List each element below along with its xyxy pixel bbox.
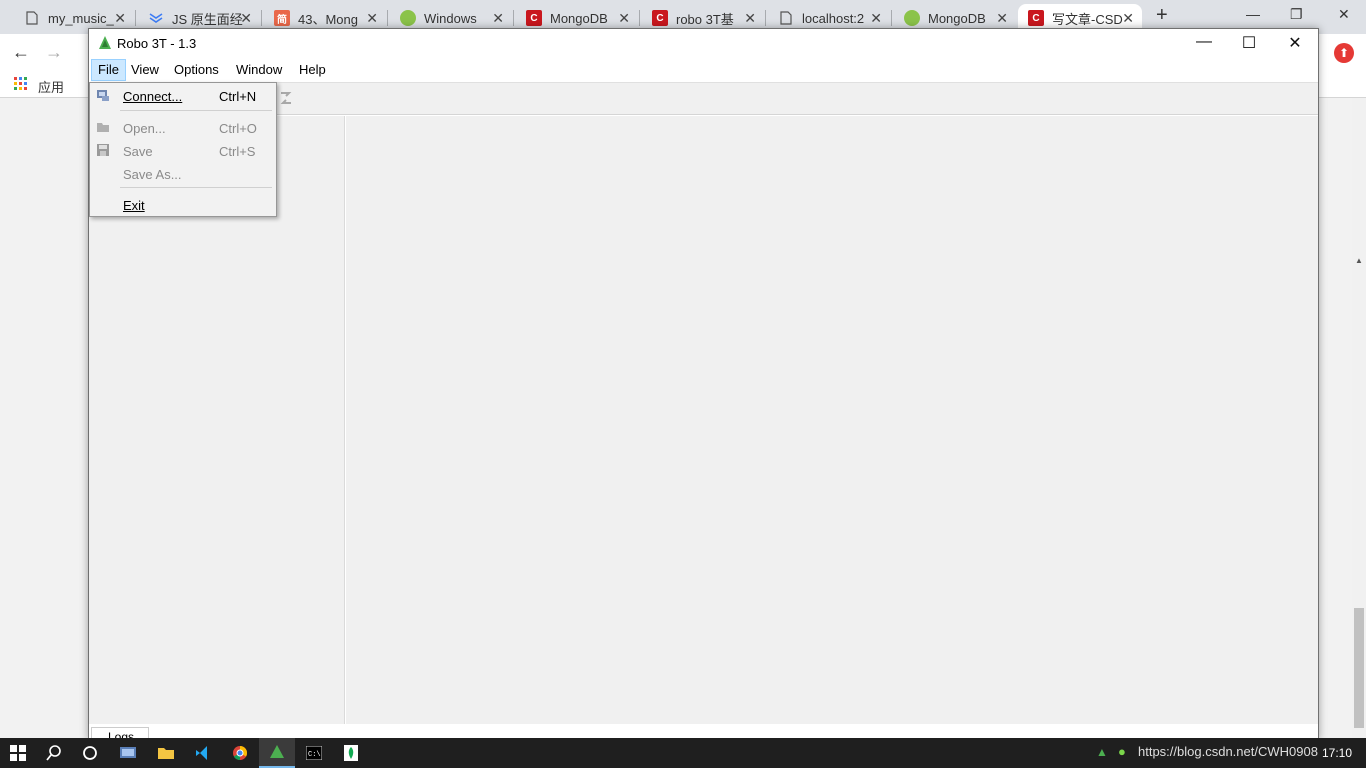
menu-item-exit[interactable]: Exit — [90, 194, 276, 216]
monitor-icon — [120, 747, 136, 758]
tab-close-icon[interactable]: ✕ — [1122, 10, 1134, 27]
tab-title: 写文章-CSD — [1052, 11, 1123, 27]
tab-close-icon[interactable]: ✕ — [996, 10, 1008, 27]
menu-item-open[interactable]: Open... Ctrl+O — [90, 117, 276, 139]
document-icon — [24, 10, 40, 26]
task-view-button[interactable] — [72, 738, 108, 768]
menu-separator — [120, 187, 272, 188]
cortana-icon — [83, 746, 97, 760]
taskbar-app-mongodb[interactable] — [333, 738, 369, 768]
menu-item-label: Save As... — [123, 167, 182, 182]
tab-title: my_music_ — [48, 10, 114, 26]
chrome-icon — [233, 746, 248, 761]
robo3t-logo-icon — [99, 36, 111, 49]
menu-separator — [120, 110, 272, 111]
menu-item-label: Open... — [123, 121, 166, 136]
taskbar-app-chrome[interactable] — [222, 738, 258, 768]
robo-maximize-icon[interactable]: ☐ — [1226, 33, 1272, 53]
tab-close-icon[interactable]: ✕ — [114, 10, 126, 27]
search-icon — [46, 745, 61, 761]
robo-minimize-icon[interactable]: — — [1181, 33, 1227, 51]
scroll-thumb[interactable] — [1354, 608, 1364, 728]
folder-icon — [158, 748, 174, 759]
taskbar-app-vscode[interactable] — [185, 738, 221, 768]
tab-close-icon[interactable]: ✕ — [744, 10, 756, 27]
terminal-icon: C:\ — [306, 746, 322, 760]
tab-title: Windows — [424, 10, 477, 26]
menu-item-save-as[interactable]: Save As... — [90, 163, 276, 185]
apps-grid-icon[interactable] — [14, 77, 28, 94]
watermark-text: https://blog.csdn.net/CWH0908 — [1138, 744, 1318, 759]
tab-close-icon[interactable]: ✕ — [366, 10, 378, 27]
document-icon — [778, 10, 794, 26]
menu-window[interactable]: Window — [230, 59, 288, 81]
extension-icon[interactable]: ⬆ — [1334, 43, 1354, 63]
tab-close-icon[interactable]: ✕ — [870, 10, 882, 27]
start-button[interactable] — [0, 738, 36, 768]
wechat-icon[interactable]: ● — [1118, 744, 1126, 759]
menu-help[interactable]: Help — [293, 59, 332, 81]
tab-close-icon[interactable]: ✕ — [240, 10, 252, 27]
menu-item-save[interactable]: Save Ctrl+S — [90, 140, 276, 162]
menu-item-shortcut: Ctrl+N — [219, 89, 257, 104]
vscode-icon — [196, 746, 207, 760]
work-area — [346, 116, 1318, 724]
robo-close-icon[interactable]: ✕ — [1272, 33, 1318, 53]
scroll-up-icon[interactable]: ▲ — [1355, 256, 1363, 265]
taskbar-app-robo3t[interactable] — [259, 738, 295, 768]
robo-tray-icon[interactable]: ▲ — [1096, 745, 1108, 759]
tab-title: MongoDB — [550, 10, 608, 26]
search-button[interactable] — [36, 738, 72, 768]
save-icon — [97, 144, 109, 156]
windows-taskbar: C:\ ▲ ● https://blog.csdn.net/CWH0908 17… — [0, 738, 1366, 768]
menu-item-label: Connect... — [123, 89, 183, 104]
menu-item-label: Exit — [123, 198, 145, 213]
folder-icon — [97, 123, 109, 132]
menu-item-connect[interactable]: Connect... Ctrl+N — [90, 85, 276, 107]
close-icon[interactable]: ✕ — [1338, 6, 1350, 23]
tab-title: 43、Mong — [298, 11, 358, 27]
minimize-icon[interactable]: — — [1246, 6, 1260, 22]
bot-icon — [904, 10, 920, 26]
menu-item-shortcut: Ctrl+S — [219, 144, 256, 159]
tab-title: MongoDB — [928, 10, 986, 26]
bookmarks-apps-label[interactable]: 应用 — [38, 77, 64, 96]
csdn-icon: C — [1028, 10, 1044, 26]
tab-close-icon[interactable]: ✕ — [618, 10, 630, 27]
tab-close-icon[interactable]: ✕ — [492, 10, 504, 27]
forward-icon[interactable]: → — [45, 42, 63, 63]
robo3t-logo-icon — [270, 745, 284, 758]
window-title: Robo 3T - 1.3 — [117, 36, 197, 51]
new-tab-button[interactable]: + — [1156, 4, 1168, 27]
refresh-icon[interactable] — [277, 89, 295, 110]
svg-text:C:\: C:\ — [308, 751, 321, 759]
system-clock[interactable]: 17:10 — [1322, 746, 1352, 760]
csdn-icon: C — [526, 10, 542, 26]
taskbar-app-control-panel[interactable] — [110, 738, 146, 768]
tab-title: JS 原生面经 — [172, 11, 243, 27]
bot-icon — [400, 10, 416, 26]
robo-titlebar: Robo 3T - 1.3 — ☐ ✕ — [89, 29, 1318, 59]
menu-item-label: Save — [123, 144, 153, 159]
menu-item-shortcut: Ctrl+O — [219, 121, 257, 136]
menu-options[interactable]: Options — [168, 59, 225, 81]
csdn-icon: C — [652, 10, 668, 26]
windows-logo-icon — [10, 745, 26, 761]
menu-bar: File View Options Window Help — [89, 59, 1318, 81]
menu-view[interactable]: View — [125, 59, 165, 81]
page-scrollbar[interactable]: ▲ — [1352, 98, 1366, 738]
tab-title: robo 3T基 — [676, 11, 734, 27]
back-icon[interactable]: ← — [12, 42, 30, 63]
restore-icon[interactable]: ❐ — [1290, 6, 1303, 23]
taskbar-app-explorer[interactable] — [148, 738, 184, 768]
taskbar-app-cmd[interactable]: C:\ — [296, 738, 332, 768]
layers-icon — [148, 10, 164, 26]
jianshu-icon: 简 — [274, 10, 290, 26]
file-dropdown-menu: Connect... Ctrl+N Open... Ctrl+O Save Ct… — [89, 82, 277, 217]
menu-file[interactable]: File — [91, 59, 126, 81]
tab-title: localhost:2 — [802, 10, 865, 26]
connect-icon — [97, 90, 109, 101]
mongodb-icon — [344, 745, 358, 761]
